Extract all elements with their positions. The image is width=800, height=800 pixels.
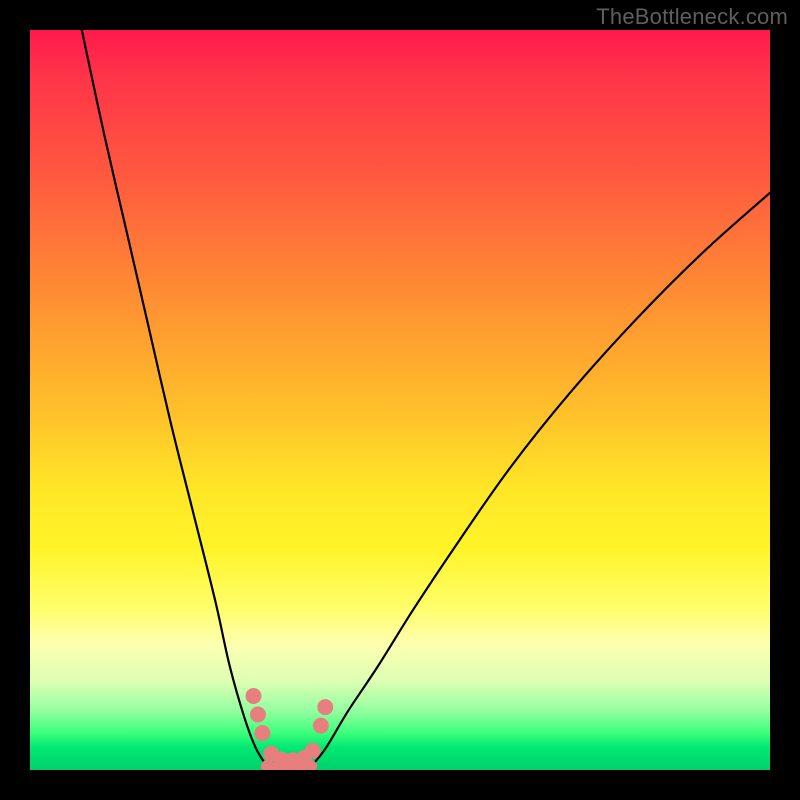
marker-dot — [254, 725, 270, 741]
marker-dot — [317, 699, 333, 715]
marker-dot — [313, 718, 329, 734]
curve-right — [311, 193, 770, 767]
marker-dot — [250, 707, 266, 723]
plot-overlay — [30, 30, 770, 770]
marker-dot — [305, 743, 321, 759]
watermark-text: TheBottleneck.com — [596, 4, 788, 30]
curve-left — [82, 30, 267, 766]
marker-dot — [245, 688, 261, 704]
plot-frame — [30, 30, 770, 770]
